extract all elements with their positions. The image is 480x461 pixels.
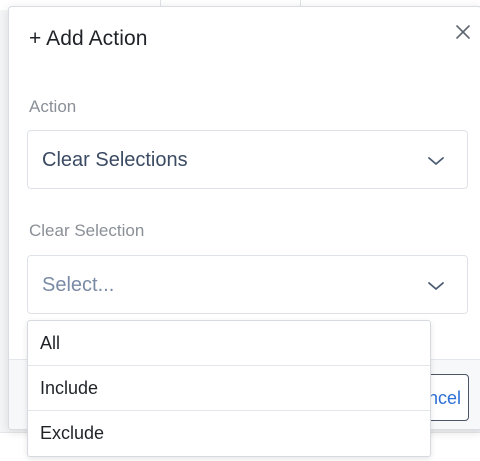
dropdown-option-label: All: [40, 333, 61, 353]
clear-selection-select[interactable]: Select...: [27, 255, 468, 314]
dropdown-option-include[interactable]: Include: [28, 366, 430, 411]
close-icon[interactable]: [453, 22, 473, 42]
chevron-down-icon: [427, 279, 445, 291]
clear-selection-placeholder: Select...: [42, 274, 115, 296]
dropdown-option-label: Exclude: [40, 423, 105, 443]
dropdown-option-all[interactable]: All: [28, 321, 430, 366]
action-select[interactable]: Clear Selections: [27, 130, 468, 189]
action-field-label: Action: [29, 97, 77, 116]
dropdown-option-exclude[interactable]: Exclude: [28, 411, 430, 456]
clear-selection-field-label: Clear Selection: [29, 221, 145, 240]
action-select-value: Clear Selections: [42, 149, 188, 171]
dropdown-option-label: Include: [40, 378, 99, 398]
modal-title: + Add Action: [29, 27, 148, 50]
chevron-down-icon: [427, 154, 445, 166]
clear-selection-dropdown-menu: All Include Exclude: [27, 320, 431, 457]
